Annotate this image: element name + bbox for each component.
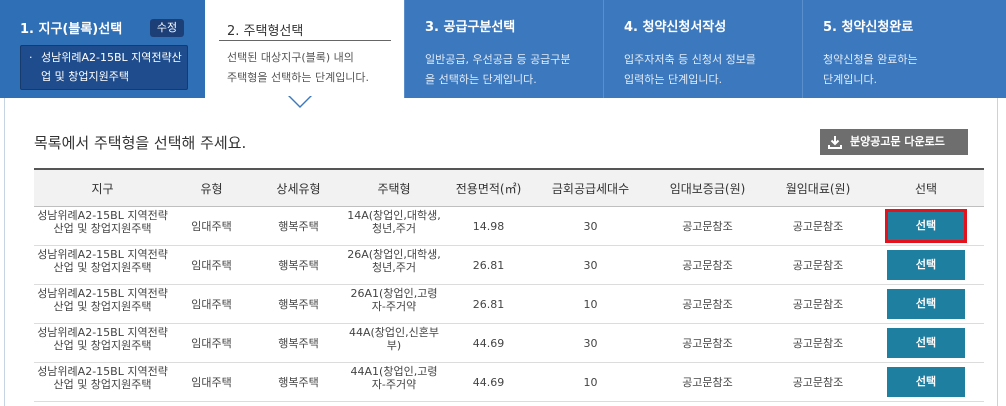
- step-5-title: 5. 청약신청완료: [823, 20, 914, 35]
- table-row: 성남위례A2-15BL 지역전략산업 및 창업지원주택 임대주택 행복주택 44…: [34, 362, 984, 402]
- units-cell: 30: [534, 323, 647, 363]
- col-deposit: 임대보증금(원): [647, 168, 768, 207]
- deposit-cell: 공고문참조: [647, 323, 768, 363]
- subtype-cell: 행복주택: [252, 362, 345, 402]
- step-5-description: 청약신청을 완료하는 단계입니다.: [823, 53, 918, 86]
- table-row: 성남위례A2-15BL 지역전략산업 및 창업지원주택 임대주택 행복주택 26…: [34, 284, 984, 324]
- housing-type-cell: 26A(창업인,대학생,청년,주거: [347, 247, 441, 274]
- col-units: 금회공급세대수: [534, 168, 647, 207]
- rent-cell: 공고문참조: [768, 245, 868, 285]
- type-cell: 임대주택: [171, 284, 252, 324]
- units-cell: 10: [534, 362, 647, 402]
- step-progress-bar: 1. 지구(블록)선택 수정 · 성남위례A2-15BL 지역전략산업 및 창업…: [0, 0, 1006, 98]
- select-button[interactable]: 선택: [887, 289, 965, 319]
- col-housing-type: 주택형: [345, 168, 443, 207]
- type-cell: 임대주택: [171, 206, 252, 246]
- district-cell: 성남위례A2-15BL 지역전략산업 및 창업지원주택: [37, 286, 168, 313]
- download-notice-button[interactable]: 분양공고문 다운로드: [820, 129, 968, 155]
- units-cell: 10: [534, 284, 647, 324]
- housing-type-cell: 44A1(창업인,고령자-주거약: [350, 364, 438, 391]
- table-header-row: 지구 유형 상세유형 주택형 전용면적(㎡) 금회공급세대수 임대보증금(원) …: [34, 168, 984, 207]
- col-area: 전용면적(㎡): [443, 168, 534, 207]
- units-cell: 30: [534, 206, 647, 246]
- subtype-cell: 행복주택: [252, 245, 345, 285]
- selected-district-name: 성남위례A2-15BL 지역전략산업 및 창업지원주택: [41, 51, 182, 83]
- step-4-title: 4. 청약신청서작성: [624, 20, 727, 35]
- deposit-cell: 공고문참조: [647, 245, 768, 285]
- subtype-cell: 행복주택: [252, 284, 345, 324]
- housing-type-cell: 26A1(창업인,고령자-주거약: [350, 286, 438, 313]
- step-4-application-form: 4. 청약신청서작성 입주자저축 등 신청서 정보를 입력하는 단계입니다.: [603, 0, 802, 98]
- download-label: 분양공고문 다운로드: [850, 135, 945, 148]
- edit-button[interactable]: 수정: [150, 19, 184, 37]
- table-row: 성남위례A2-15BL 지역전략산업 및 창업지원주택 임대주택 행복주택 26…: [34, 245, 984, 285]
- select-button[interactable]: 선택: [887, 250, 965, 280]
- col-type: 유형: [171, 168, 252, 207]
- table-row: 성남위례A2-15BL 지역전략산업 및 창업지원주택 임대주택 행복주택 44…: [34, 323, 984, 363]
- housing-type-table: 지구 유형 상세유형 주택형 전용면적(㎡) 금회공급세대수 임대보증금(원) …: [34, 168, 984, 402]
- col-district: 지구: [34, 168, 171, 207]
- step-2-underline: [219, 40, 391, 41]
- rent-cell: 공고문참조: [768, 362, 868, 402]
- units-cell: 30: [534, 245, 647, 285]
- type-cell: 임대주택: [171, 323, 252, 363]
- step-2-housing-type-select: 2. 주택형선택 선택된 대상지구(블록) 내의 주택형을 선택하는 단계입니다…: [205, 0, 404, 98]
- district-cell: 성남위례A2-15BL 지역전략산업 및 창업지원주택: [37, 325, 168, 352]
- step-2-title: 2. 주택형선택: [227, 24, 304, 39]
- type-cell: 임대주택: [171, 245, 252, 285]
- active-step-pointer-inner: [290, 96, 310, 106]
- col-subtype: 상세유형: [252, 168, 345, 207]
- select-button[interactable]: 선택: [887, 367, 965, 397]
- area-cell: 44.69: [443, 323, 534, 363]
- area-cell: 14.98: [443, 206, 534, 246]
- rent-cell: 공고문참조: [768, 284, 868, 324]
- housing-type-cell: 14A(창업인,대학생,청년,주거: [347, 208, 441, 235]
- step-1-title: 1. 지구(블록)선택: [20, 22, 123, 37]
- page-heading: 목록에서 주택형을 선택해 주세요.: [34, 134, 247, 152]
- district-cell: 성남위례A2-15BL 지역전략산업 및 창업지원주택: [37, 247, 168, 274]
- district-cell: 성남위례A2-15BL 지역전략산업 및 창업지원주택: [37, 364, 168, 391]
- area-cell: 44.69: [443, 362, 534, 402]
- area-cell: 26.81: [443, 284, 534, 324]
- subtype-cell: 행복주택: [252, 206, 345, 246]
- bullet-icon: ·: [29, 51, 33, 64]
- step-4-description: 입주자저축 등 신청서 정보를 입력하는 단계입니다.: [624, 53, 756, 86]
- area-cell: 26.81: [443, 245, 534, 285]
- step-3-supply-type-select: 3. 공급구분선택 일반공급, 우선공급 등 공급구분 을 선택하는 단계입니다…: [404, 0, 603, 98]
- table-row: 성남위례A2-15BL 지역전략산업 및 창업지원주택 임대주택 행복주택 14…: [34, 206, 984, 246]
- type-cell: 임대주택: [171, 362, 252, 402]
- step-2-description: 선택된 대상지구(블록) 내의 주택형을 선택하는 단계입니다.: [227, 51, 370, 84]
- deposit-cell: 공고문참조: [647, 206, 768, 246]
- step-5-application-complete: 5. 청약신청완료 청약신청을 완료하는 단계입니다.: [802, 0, 1006, 98]
- download-icon: [828, 136, 842, 149]
- subtype-cell: 행복주택: [252, 323, 345, 363]
- col-rent: 월임대료(원): [768, 168, 868, 207]
- step-3-description: 일반공급, 우선공급 등 공급구분 을 선택하는 단계입니다.: [425, 53, 571, 86]
- select-button[interactable]: 선택: [885, 209, 967, 243]
- select-button[interactable]: 선택: [887, 328, 965, 358]
- rent-cell: 공고문참조: [768, 206, 868, 246]
- deposit-cell: 공고문참조: [647, 284, 768, 324]
- rent-cell: 공고문참조: [768, 323, 868, 363]
- step-3-title: 3. 공급구분선택: [425, 20, 516, 35]
- step-1-district-select: 1. 지구(블록)선택 수정 · 성남위례A2-15BL 지역전략산업 및 창업…: [0, 0, 205, 98]
- district-cell: 성남위례A2-15BL 지역전략산업 및 창업지원주택: [37, 208, 168, 235]
- housing-type-cell: 44A(창업인,신혼부부): [348, 325, 440, 352]
- selected-district-box: · 성남위례A2-15BL 지역전략산업 및 창업지원주택: [20, 45, 188, 90]
- deposit-cell: 공고문참조: [647, 362, 768, 402]
- col-select: 선택: [868, 168, 984, 207]
